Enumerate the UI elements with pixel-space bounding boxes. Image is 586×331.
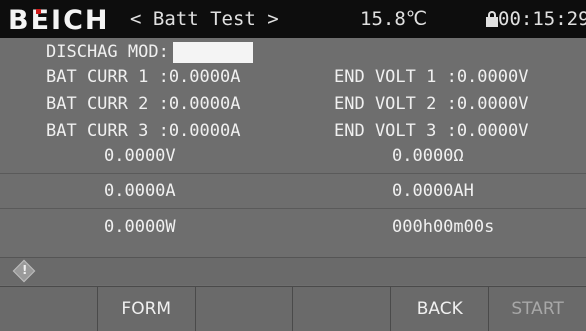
- header-bar: BEICH < Batt Test > 15.8℃ 00:15:29: [0, 0, 586, 38]
- current-reading: 0.0000A: [104, 181, 176, 201]
- softkey-3[interactable]: [195, 286, 294, 331]
- divider: [0, 208, 586, 209]
- end-volt-3-setting[interactable]: END VOLT 3 :0.0000V: [334, 121, 528, 141]
- bat-curr-3-setting[interactable]: BAT CURR 3 :0.0000A: [46, 121, 240, 141]
- temperature-readout: 15.8℃: [360, 8, 428, 30]
- softkey-form[interactable]: FORM: [97, 286, 196, 331]
- softkey-4[interactable]: [293, 286, 392, 331]
- elapsed-time-reading: 000h00m00s: [392, 217, 495, 237]
- lock-icon: [486, 11, 498, 27]
- bat-curr-2-setting[interactable]: BAT CURR 2 :0.0000A: [46, 94, 240, 114]
- timer-readout: 00:15:29: [498, 8, 586, 30]
- voltage-reading: 0.0000V: [104, 146, 176, 166]
- page-title: < Batt Test >: [130, 8, 279, 30]
- softkey-start[interactable]: START: [489, 286, 586, 331]
- end-volt-1-setting[interactable]: END VOLT 1 :0.0000V: [334, 67, 528, 87]
- softkey-bar: FORM BACK START: [0, 286, 586, 331]
- softkey-back[interactable]: BACK: [391, 286, 490, 331]
- power-reading: 0.0000W: [104, 217, 176, 237]
- brand-logo-accent: [36, 9, 41, 14]
- bat-curr-1-setting[interactable]: BAT CURR 1 :0.0000A: [46, 67, 240, 87]
- end-volt-2-setting[interactable]: END VOLT 2 :0.0000V: [334, 94, 528, 114]
- battery-test-screen: BEICH < Batt Test > 15.8℃ 00:15:29 DISCH…: [0, 0, 586, 331]
- brand-logo: BEICH: [8, 5, 110, 36]
- discharge-mode-field[interactable]: CC: [173, 42, 253, 63]
- resistance-reading: 0.0000Ω: [392, 146, 464, 166]
- discharge-mode-label: DISCHAG MOD:: [46, 42, 169, 62]
- warning-mark: !: [22, 263, 28, 277]
- softkey-1[interactable]: [0, 286, 98, 331]
- divider: [0, 173, 586, 174]
- status-bar: [0, 257, 586, 285]
- capacity-reading: 0.0000AH: [392, 181, 474, 201]
